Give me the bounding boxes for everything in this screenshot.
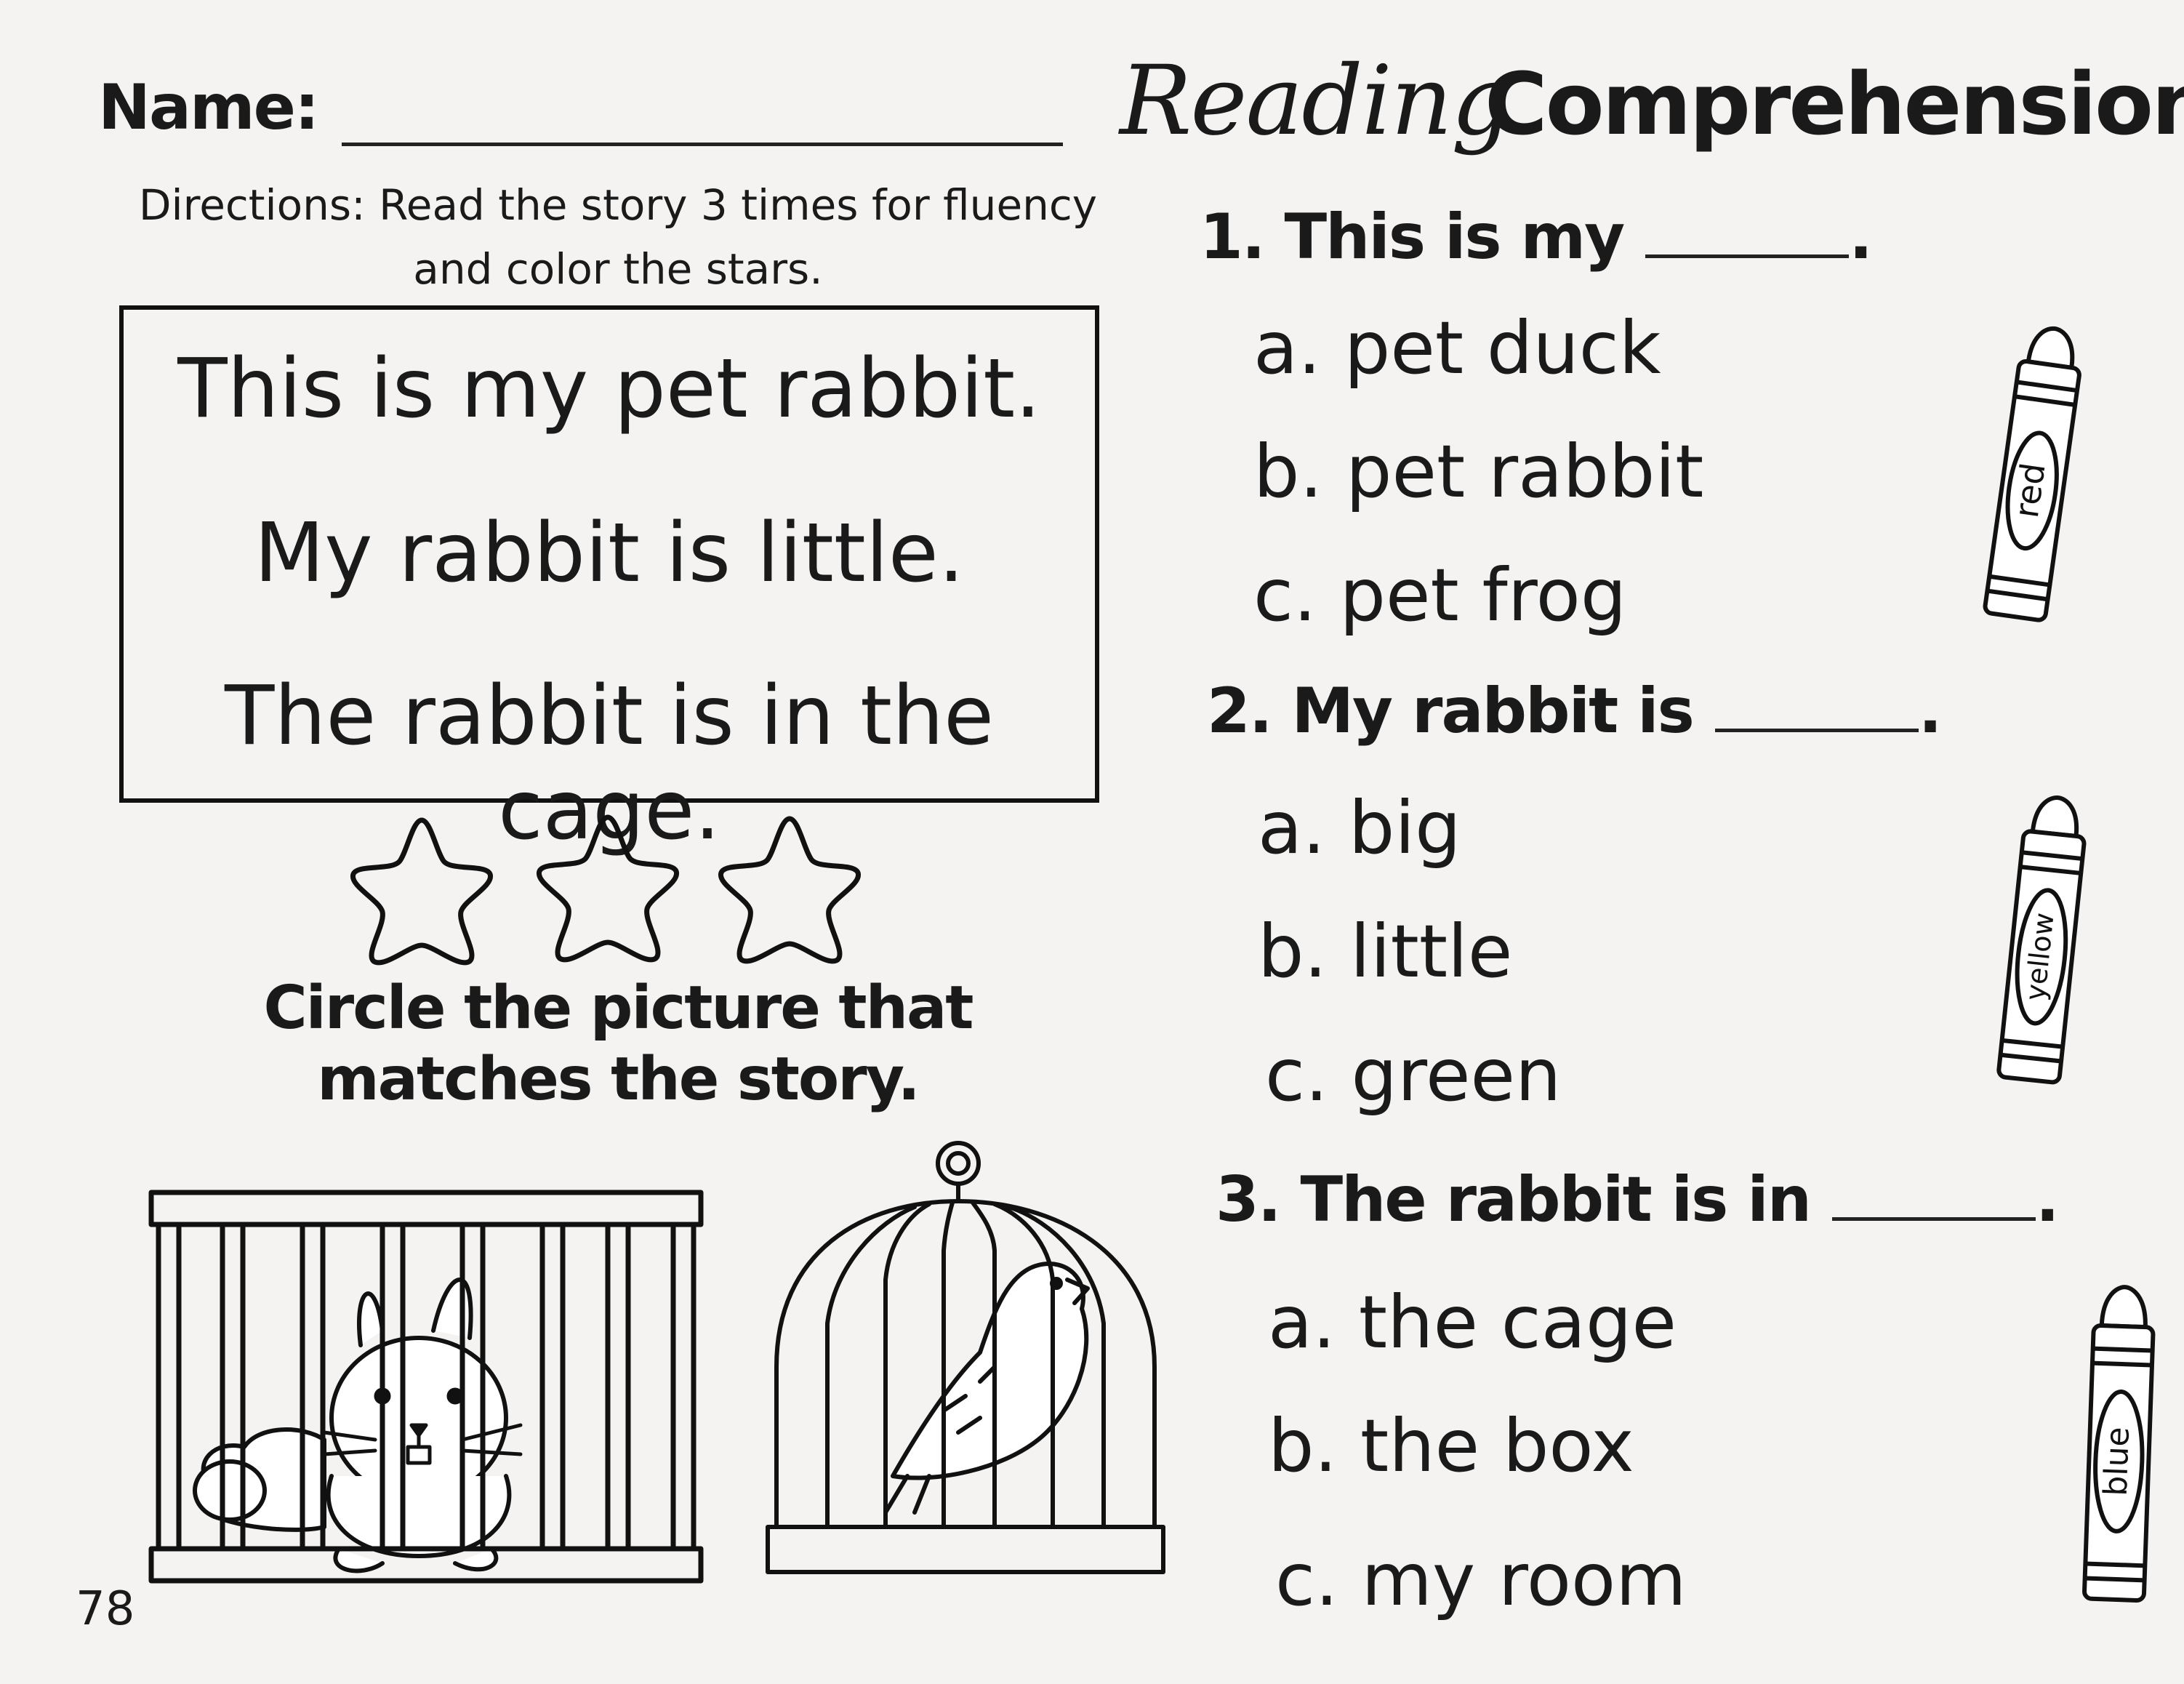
story-line-1: This is my pet rabbit. (177, 342, 1041, 436)
question-3-text: 3. The rabbit is in (1216, 1163, 1812, 1236)
page-number: 78 (76, 1582, 135, 1636)
choice-1b[interactable]: b. pet rabbit (1253, 429, 1703, 514)
question-1-text: 1. This is my (1200, 201, 1625, 273)
choice-2b[interactable]: b. little (1258, 909, 1512, 994)
directions-line-2: and color the stars. (413, 244, 823, 294)
circle-instructions-line-1: Circle the picture that (263, 974, 973, 1043)
choice-3b[interactable]: b. the box (1268, 1403, 1634, 1488)
answer-blank[interactable] (1714, 685, 1919, 732)
directions: Directions: Read the story 3 times for f… (116, 173, 1120, 301)
circle-instructions: Circle the picture that matches the stor… (174, 973, 1061, 1115)
name-label: Name: (98, 71, 319, 144)
directions-line-1: Directions: Read the story 3 times for f… (138, 180, 1098, 230)
question-1-prompt: 1. This is my. (1200, 201, 1873, 273)
name-write-line[interactable] (342, 143, 1063, 146)
question-3-prompt: 3. The rabbit is in. (1216, 1163, 2060, 1236)
question-2-prompt: 2. My rabbit is. (1207, 675, 1943, 747)
crayon-label-red: red (2007, 460, 2053, 520)
title-script-word: Reading (1120, 45, 1512, 157)
choice-3a[interactable]: a. the cage (1268, 1280, 1677, 1365)
crayon-label-blue: blue (2097, 1426, 2137, 1496)
answer-blank[interactable] (1832, 1174, 2036, 1221)
title-bold-word: Comprehension (1485, 54, 2184, 154)
crayon-icon: red (1983, 326, 2081, 622)
question-2-text: 2. My rabbit is (1207, 675, 1695, 747)
star-outline-icon[interactable] (720, 819, 858, 961)
question-3-end: . (2036, 1163, 2060, 1236)
story-box: This is my pet rabbit. My rabbit is litt… (119, 305, 1099, 858)
star-outline-icon[interactable] (539, 817, 676, 960)
answer-blank[interactable] (1645, 211, 1850, 258)
choice-2c[interactable]: c. green (1265, 1033, 1561, 1118)
choice-1c[interactable]: c. pet frog (1253, 553, 1626, 638)
fluency-stars (340, 807, 878, 969)
question-1-end: . (1849, 201, 1873, 273)
choice-2a[interactable]: a. big (1258, 785, 1461, 870)
circle-instructions-line-2: matches the story. (317, 1045, 920, 1114)
crayon-icon: blue (2082, 1285, 2156, 1603)
story-line-2: My rabbit is little. (254, 506, 965, 601)
choice-3c[interactable]: c. my room (1275, 1537, 1687, 1622)
star-outline-icon[interactable] (353, 820, 490, 963)
bird-in-cage-picture[interactable] (762, 1134, 1169, 1585)
crayon-icon: yellow (1996, 795, 2087, 1085)
question-2-end: . (1918, 675, 1943, 747)
rabbit-in-cage-picture[interactable] (142, 1185, 710, 1592)
choice-1a[interactable]: a. pet duck (1253, 305, 1661, 390)
